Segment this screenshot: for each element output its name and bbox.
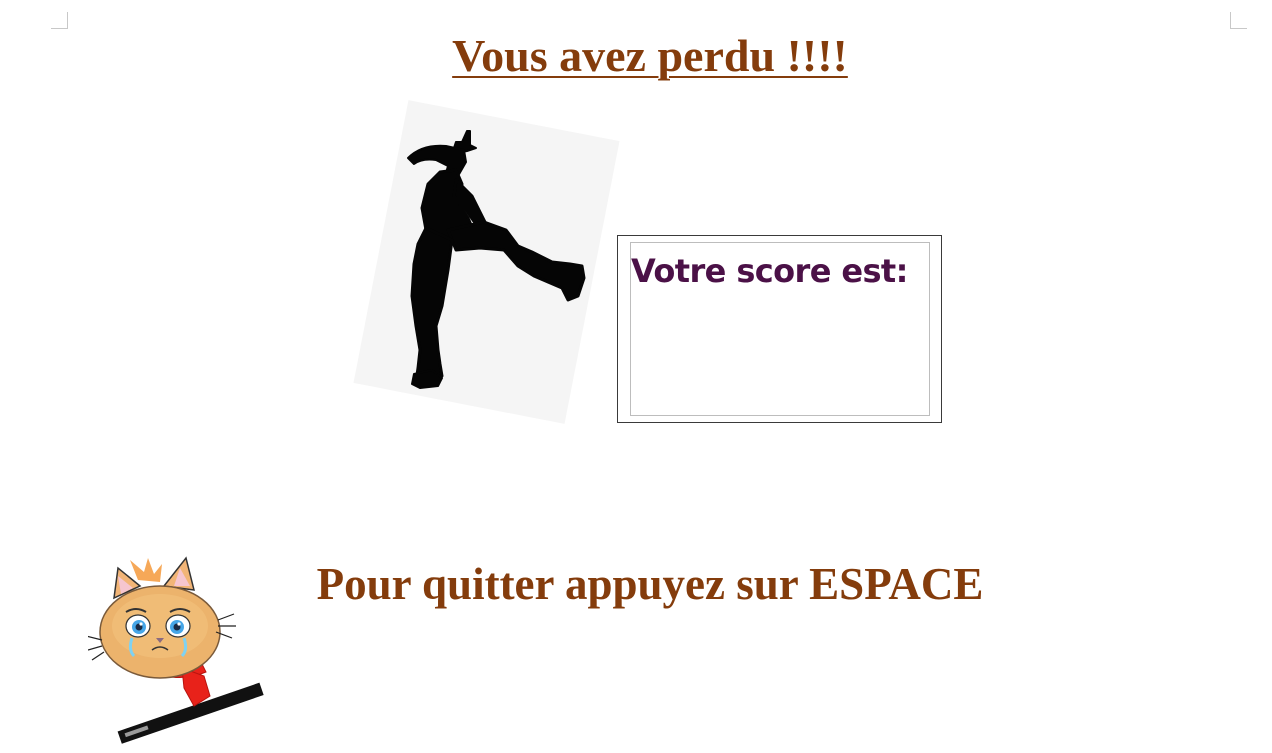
game-over-screen: Vous avez perdu !!!! Votre score est: Po… [0,0,1272,753]
page-corner-mark-top-right [1230,12,1247,29]
dancing-silhouette-icon [407,130,586,389]
page-corner-mark-top-left [51,12,68,29]
crying-cat-icon [88,556,264,744]
score-panel: Votre score est: [617,235,942,423]
score-label: Votre score est: [631,251,929,291]
game-over-title: Vous avez perdu !!!! [452,30,848,81]
score-label-text: Votre score est: [631,252,908,290]
score-text-frame: Votre score est: [630,242,930,416]
